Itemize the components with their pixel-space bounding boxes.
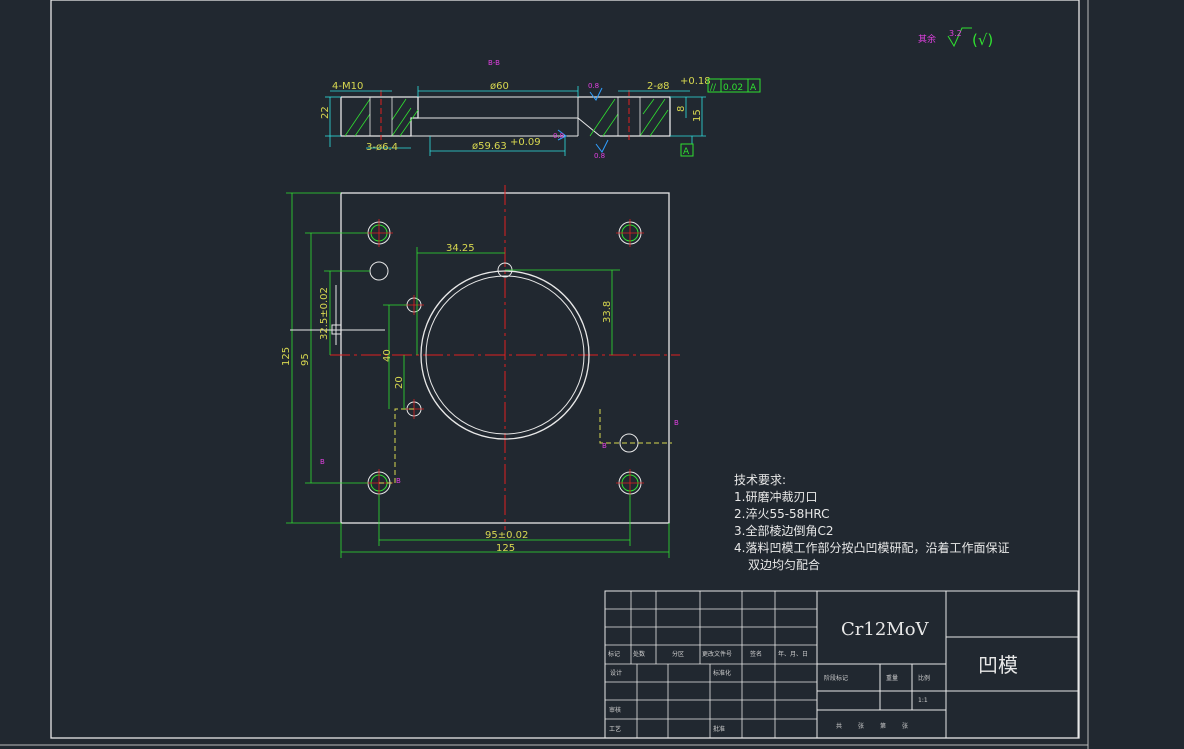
scale-label: 比例 [918,674,930,682]
dim-33-8: 33.8 [602,301,613,323]
approve-label: 批准 [713,725,725,733]
dim-95-horizontal: 95±0.02 [485,530,528,541]
row-label: 年、月、日 [778,650,808,658]
cad-drawing-canvas: 其余 3.2 (√) B-B 0.8 0.8 0.8 4-M10 ø60 ø59… [0,0,1184,749]
sheet-label: 第 [880,722,886,730]
roughness-2: 0.8 [553,132,564,140]
dim-thread: 4-M10 [332,81,363,92]
design-label: 设计 [610,669,622,677]
part-name: 凹模 [978,653,1018,677]
tol-datum: A [750,83,757,93]
dim-dia59: ø59.63 [472,141,507,152]
dim-h22: 22 [320,106,331,119]
dim-34-25: 34.25 [446,243,475,254]
roughness-3: 0.8 [594,152,605,160]
weight-label: 重量 [886,674,898,682]
tech-item: 4.落料凹模工作部分按凸凹模研配，沿着工作面保证 [734,540,1009,555]
dim-125-horizontal: 125 [496,543,515,554]
row-label: 签名 [750,650,762,658]
sheet-label: 张 [858,722,864,730]
tol-symbol: // [710,83,717,93]
finish-value: 3.2 [949,29,962,38]
dim-h8: 8 [676,106,687,112]
row-label: 分区 [672,650,684,658]
cut-label-3: B [602,442,607,450]
row-label: 更改文件号 [702,650,732,658]
finish-paren: (√) [972,31,993,49]
row-label: 标记 [608,650,620,658]
dim-small-holes: 3-ø6.4 [366,142,398,153]
stage-mark-label: 阶段标记 [824,674,848,682]
dim-h15: 15 [692,109,703,122]
review-label: 审核 [609,706,621,714]
row-label: 处数 [633,650,645,658]
dim-dia60: ø60 [490,81,509,92]
tech-item: 双边均匀配合 [748,557,820,572]
dim-40: 40 [382,349,393,362]
finish-prefix: 其余 [918,33,936,45]
tol-value: 0.02 [723,83,743,93]
dim-32-5: 32.5±0.02 [319,287,330,340]
tech-item: 2.淬火55-58HRC [734,506,829,521]
process-label: 工艺 [609,725,621,733]
dim-20: 20 [394,376,405,389]
dim-pins-tol: +0.18 [680,76,711,87]
dim-pins: 2-ø8 [647,81,669,92]
dim-125-vertical: 125 [281,347,292,366]
tech-item: 1.研磨冲裁刃口 [734,489,817,504]
datum-label: A [683,147,690,157]
dim-dia59-tol: +0.09 [510,137,541,148]
roughness-1: 0.8 [588,82,599,90]
tech-item: 3.全部棱边倒角C2 [734,523,833,538]
sheet-label: 张 [902,722,908,730]
cut-label-2: B [396,477,401,485]
sheet-label: 共 [836,722,842,730]
tech-title: 技术要求: [734,473,786,487]
standardize-label: 标准化 [713,669,731,677]
section-label: B-B [488,59,500,67]
material-label: Cr12MoV [841,619,930,640]
dim-95-vertical: 95 [300,353,311,366]
cut-label-1: B [320,458,325,466]
scale-value: 1:1 [918,697,928,704]
cut-label-4: B [674,419,679,427]
